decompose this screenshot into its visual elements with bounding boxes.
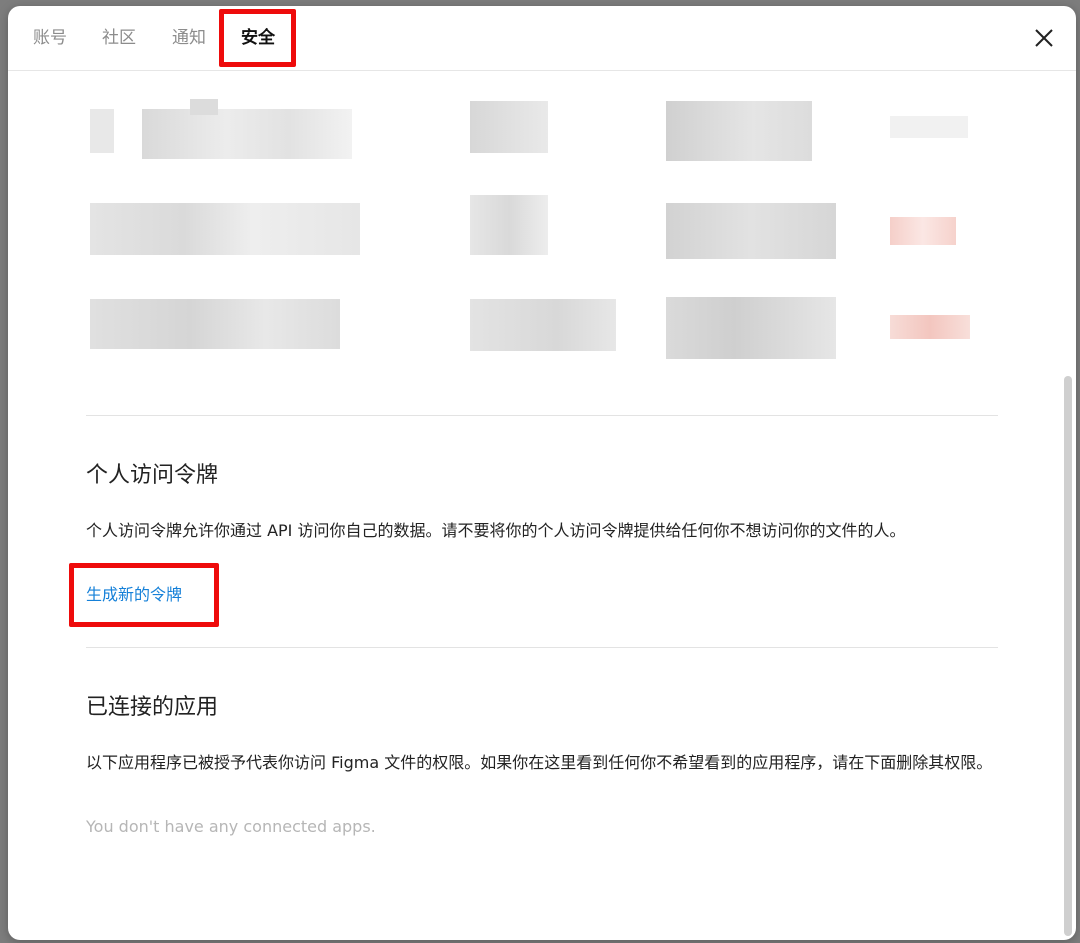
tab-notifications[interactable]: 通知 bbox=[172, 26, 206, 50]
security-content: 个人访问令牌 个人访问令牌允许你通过 API 访问你自己的数据。请不要将你的个人… bbox=[8, 71, 1076, 940]
tab-bar: 账号 社区 通知 安全 bbox=[8, 6, 1076, 71]
tab-community[interactable]: 社区 bbox=[102, 26, 136, 50]
annotation-highlight-link bbox=[69, 563, 219, 627]
personal-token-title: 个人访问令牌 bbox=[86, 463, 219, 488]
personal-token-description: 个人访问令牌允许你通过 API 访问你自己的数据。请不要将你的个人访问令牌提供给… bbox=[86, 521, 906, 540]
close-button[interactable] bbox=[1030, 24, 1058, 52]
annotation-highlight-tab bbox=[219, 9, 296, 67]
section-divider bbox=[86, 647, 998, 648]
close-icon bbox=[1035, 29, 1053, 47]
connected-apps-empty-note: You don't have any connected apps. bbox=[86, 817, 376, 836]
connected-apps-title: 已连接的应用 bbox=[86, 695, 219, 720]
settings-modal: 账号 社区 通知 安全 个人访问令牌 个人访问令牌允许你通过 API 访问你自己… bbox=[8, 6, 1076, 940]
connected-apps-description: 以下应用程序已被授予代表你访问 Figma 文件的权限。如果你在这里看到任何你不… bbox=[86, 753, 993, 772]
scrollbar[interactable] bbox=[1064, 376, 1072, 936]
tab-account[interactable]: 账号 bbox=[33, 26, 67, 50]
section-divider bbox=[86, 415, 998, 416]
